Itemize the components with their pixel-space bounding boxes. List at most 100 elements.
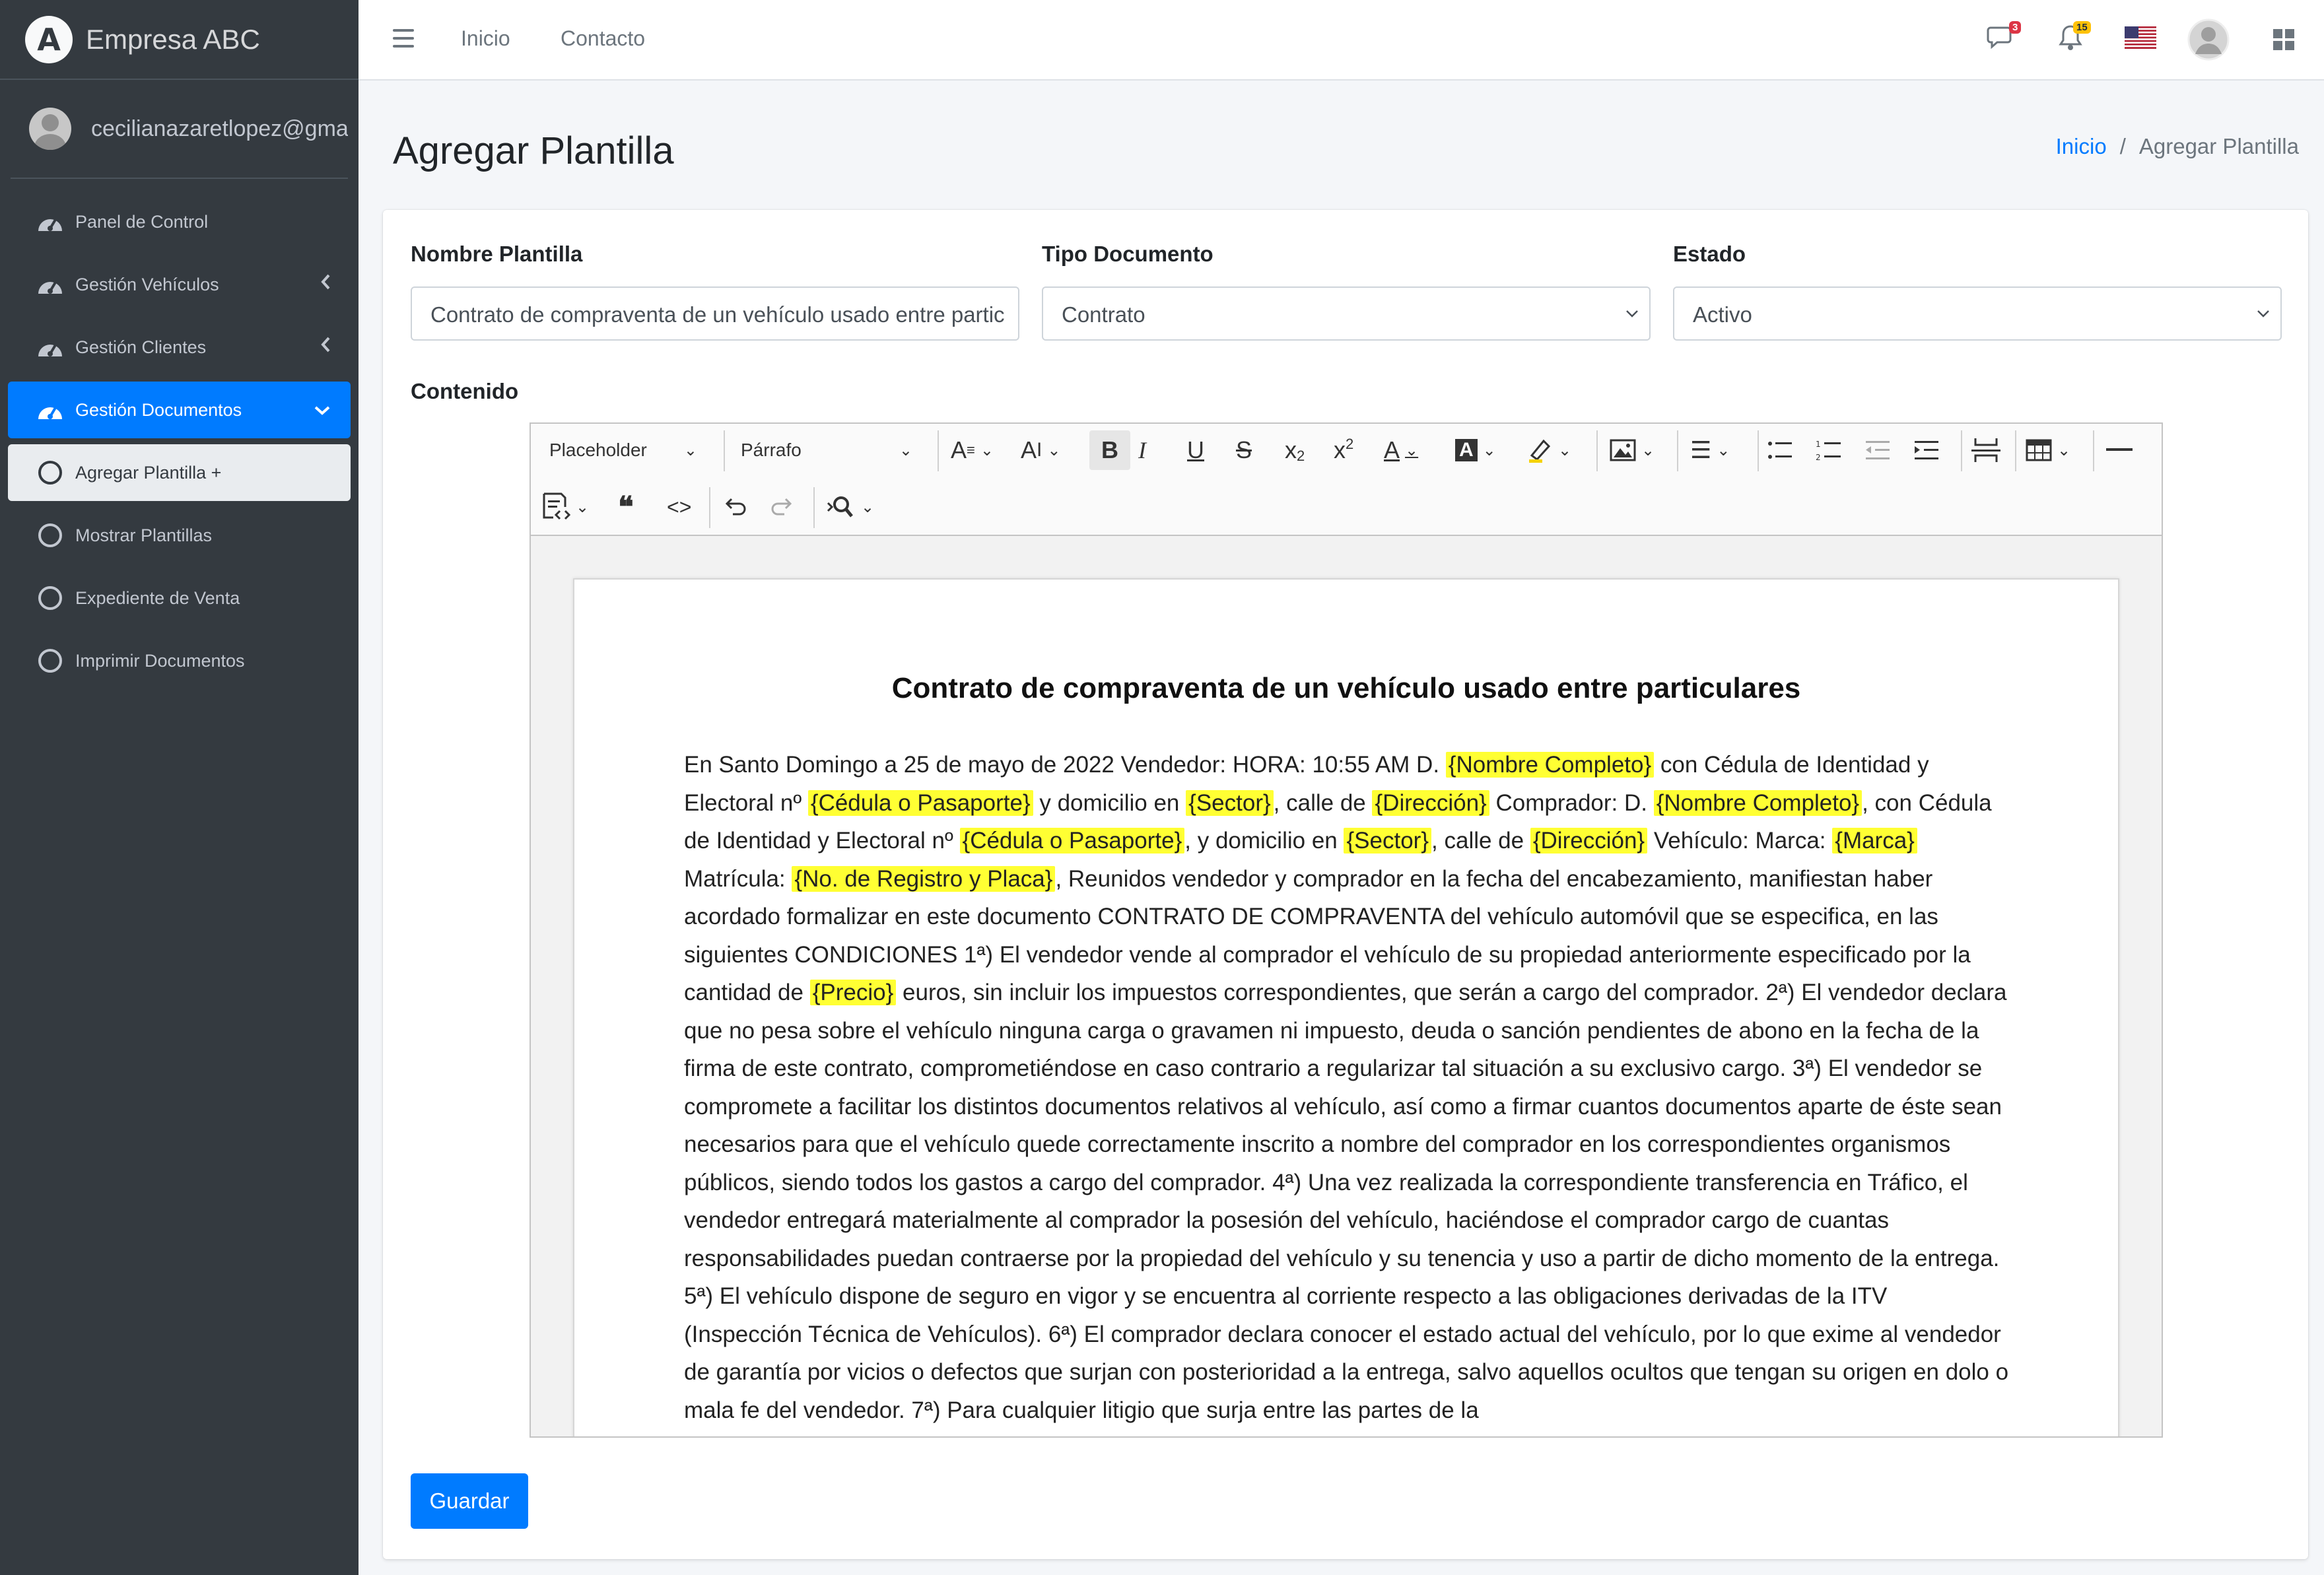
placeholder-token: {Dirección} [1372, 789, 1489, 816]
brand-logo: A [25, 15, 73, 63]
user-panel[interactable]: cecilianazaretlopez@gmail [11, 80, 348, 179]
sidebar-item-label: Expediente de Venta [75, 587, 240, 608]
chevron-down-icon [1625, 302, 1639, 323]
placeholder-token: {Nombre Completo} [1445, 752, 1655, 778]
editor-toolbar: Placeholder ⌄ Párrafo ⌄ A ≡ ⌄ A I ⌄ B I U S x2… [531, 424, 2162, 536]
redo-icon[interactable] [770, 487, 796, 527]
chevron-down-icon [314, 399, 331, 421]
placeholder-token: {Cédula o Pasaporte} [807, 789, 1033, 816]
blockquote-icon[interactable]: ❝ [618, 487, 634, 527]
sidebar-item-agregar-plantilla[interactable]: Agregar Plantilla + [8, 444, 351, 501]
document-title: Contrato de compraventa de un vehículo u… [891, 672, 1801, 704]
placeholder-token: {Sector} [1186, 789, 1274, 816]
breadcrumb-current: Agregar Plantilla [2138, 134, 2299, 158]
sidebar-item-gestion-vehiculos[interactable]: Gestión Vehículos [8, 256, 351, 313]
numbered-list-icon[interactable]: 12 [1816, 430, 1842, 470]
nombre-plantilla-label: Nombre Plantilla [411, 242, 583, 266]
nombre-plantilla-input[interactable]: Contrato de compraventa de un vehículo u… [411, 286, 1019, 341]
sidebar-item-label: Imprimir Documentos [75, 650, 245, 671]
sidebar-item-gestion-documentos[interactable]: Gestión Documentos [8, 382, 351, 438]
image-insert-icon[interactable]: ⌄ [1610, 430, 1655, 470]
outdent-icon[interactable] [1864, 430, 1891, 470]
save-button[interactable]: Guardar [411, 1473, 528, 1529]
document-text: Comprador: D. [1489, 789, 1654, 816]
sidebar-item-label: Gestión Vehículos [75, 274, 219, 294]
dashboard-gauge-icon [36, 333, 65, 362]
heading-dropdown[interactable]: Párrafo ⌄ [741, 430, 912, 470]
sidebar-item-panel-de-control[interactable]: Panel de Control [8, 193, 351, 250]
bold-button[interactable]: B [1089, 430, 1130, 470]
brand-link[interactable]: A Empresa ABC [0, 0, 359, 80]
svg-text:1: 1 [1816, 440, 1821, 449]
document-page[interactable]: Contrato de compraventa de un vehículo u… [573, 578, 2119, 1436]
bulleted-list-icon[interactable] [1767, 430, 1793, 470]
italic-button[interactable]: I [1138, 430, 1146, 470]
placeholder-token: {Precio} [809, 980, 897, 1005]
chevron-left-icon [320, 336, 331, 358]
sidebar-item-label: Agregar Plantilla + [75, 462, 222, 483]
menu-toggle-icon[interactable] [393, 29, 414, 48]
editor-content-area[interactable]: Contrato de compraventa de un vehículo u… [531, 536, 2162, 1436]
align-icon[interactable]: ☰ ⌄ [1690, 430, 1730, 470]
dashboard-gauge-icon [36, 270, 65, 299]
user-avatar-icon[interactable] [2187, 18, 2230, 64]
estado-select[interactable]: Activo [1673, 286, 2282, 341]
nav-link-inicio[interactable]: Inicio [461, 26, 510, 51]
font-color-icon[interactable]: A ⌄ [1384, 430, 1418, 470]
messages-icon[interactable]: 3 [1987, 21, 2022, 53]
subscript-button[interactable]: x2 [1285, 430, 1305, 470]
breadcrumb-home-link[interactable]: Inicio [2056, 134, 2107, 158]
strikethrough-button[interactable]: S [1236, 430, 1252, 470]
sidebar-nav: Panel de Control Gestión Vehículos Gesti… [0, 179, 359, 689]
top-navbar: Inicio Contacto 3 15 [359, 0, 2324, 81]
placeholder-token: {Dirección} [1530, 828, 1648, 854]
indent-icon[interactable] [1913, 430, 1940, 470]
sidebar-item-label: Gestión Clientes [75, 337, 207, 357]
document-text: y domicilio en [1033, 789, 1186, 816]
tipo-documento-select[interactable]: Contrato [1042, 286, 1651, 341]
find-replace-icon[interactable]: ⌄ [827, 487, 874, 527]
font-size-icon[interactable]: A ≡ ⌄ [951, 430, 994, 470]
sidebar-item-mostrar-plantillas[interactable]: Mostrar Plantillas [8, 507, 351, 564]
placeholder-dropdown[interactable]: Placeholder ⌄ [549, 430, 697, 470]
superscript-button[interactable]: x2 [1334, 430, 1353, 470]
chevron-left-icon [320, 273, 331, 296]
code-icon[interactable]: <> [667, 487, 691, 527]
source-editing-icon[interactable]: ⌄ [541, 487, 589, 527]
placeholder-token: {Sector} [1344, 828, 1432, 854]
table-insert-icon[interactable]: ⌄ [2026, 430, 2070, 470]
highlight-pen-icon[interactable]: ⌄ [1526, 430, 1571, 470]
chevron-down-icon [2257, 302, 2270, 323]
us-flag-icon[interactable] [2125, 26, 2156, 52]
circle-icon [36, 584, 65, 613]
svg-text:2: 2 [1816, 453, 1821, 461]
sidebar-item-imprimir-documentos[interactable]: Imprimir Documentos [8, 632, 351, 689]
document-text: , y domicilio en [1184, 828, 1344, 854]
estado-value: Activo [1693, 302, 1752, 327]
estado-label: Estado [1673, 242, 1746, 266]
placeholder-token: {Cédula o Pasaporte} [959, 828, 1185, 854]
breadcrumb-separator: / [2119, 134, 2126, 158]
underline-button[interactable]: U [1187, 430, 1204, 470]
dashboard-gauge-icon [36, 207, 65, 236]
apps-grid-icon[interactable] [2272, 28, 2296, 55]
page-break-icon[interactable] [1971, 430, 2000, 470]
placeholder-token: {Marca} [1832, 828, 1917, 854]
notifications-bell-icon[interactable]: 15 [2057, 21, 2091, 55]
horizontal-line-icon[interactable] [2106, 430, 2133, 470]
document-text: Matrícula: [684, 865, 792, 892]
rich-text-editor: Placeholder ⌄ Párrafo ⌄ A ≡ ⌄ A I ⌄ B I U S x2… [530, 422, 2163, 1438]
tipo-documento-label: Tipo Documento [1042, 242, 1213, 266]
sidebar-item-gestion-clientes[interactable]: Gestión Clientes [8, 319, 351, 376]
breadcrumb: Inicio / Agregar Plantilla [2056, 134, 2299, 159]
document-body[interactable]: En Santo Domingo a 25 de mayo de 2022 Ve… [684, 746, 2011, 1429]
undo-icon[interactable] [721, 487, 747, 527]
sidebar-item-label: Gestión Documentos [75, 399, 242, 420]
document-text: , calle de [1273, 789, 1373, 816]
sidebar-item-label: Mostrar Plantillas [75, 525, 213, 545]
background-color-icon[interactable]: A ⌄ [1455, 430, 1496, 470]
nav-link-contacto[interactable]: Contacto [561, 26, 645, 51]
font-family-icon[interactable]: A I ⌄ [1021, 430, 1060, 470]
sidebar-item-label: Panel de Control [75, 211, 209, 232]
sidebar-item-expediente-de-venta[interactable]: Expediente de Venta [8, 570, 351, 626]
